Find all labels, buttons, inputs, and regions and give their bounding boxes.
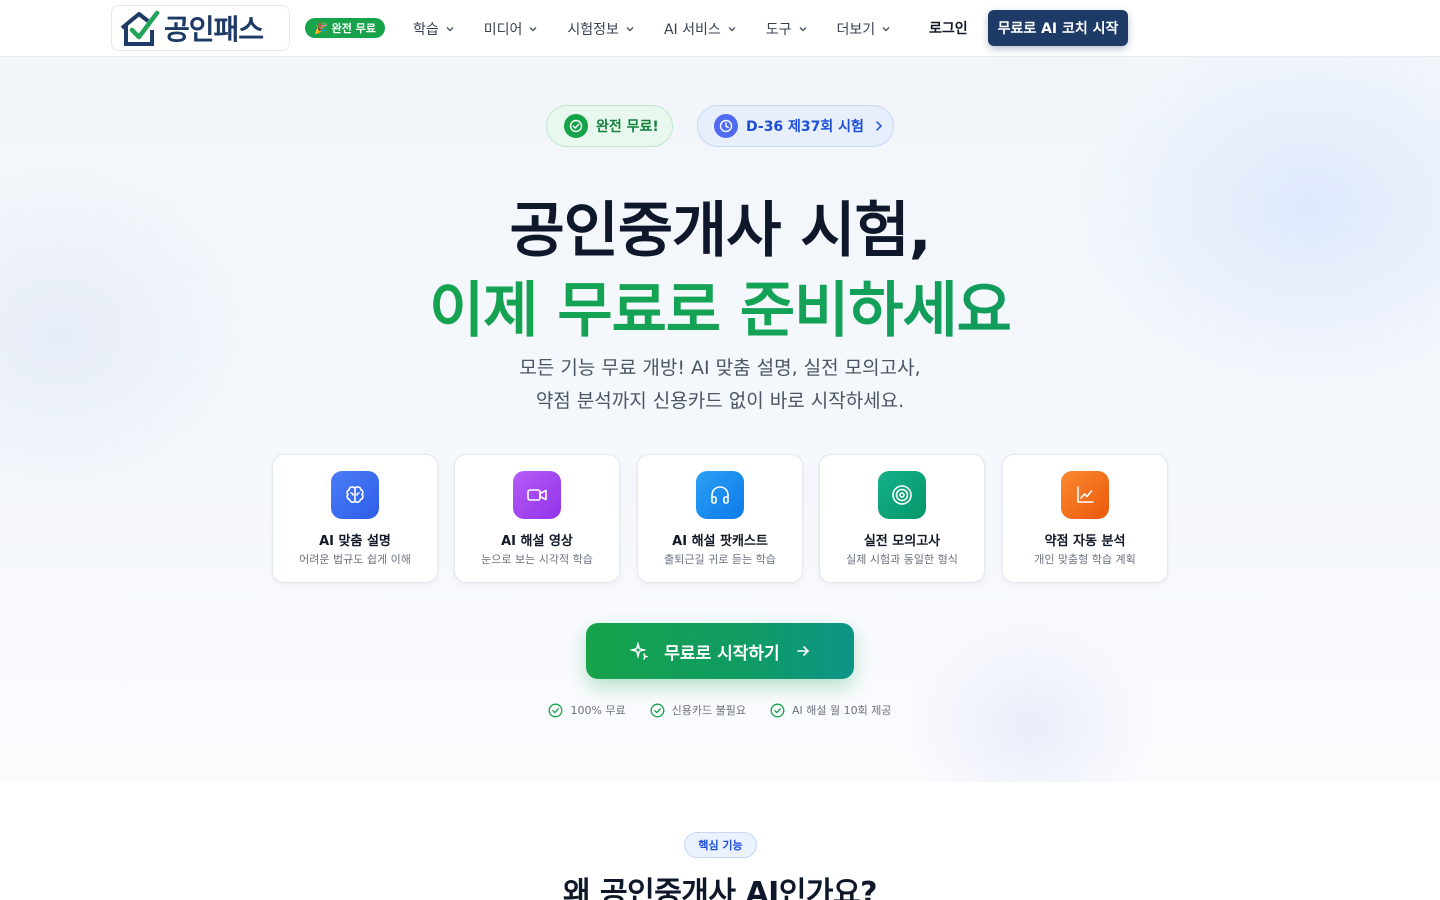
feature-description: 개인 맞춤형 학습 계획	[1034, 553, 1136, 566]
benefit-text: 100% 무료	[570, 704, 626, 717]
nav-item-more[interactable]: 더보기	[837, 17, 892, 41]
feature-title: 실전 모의고사	[863, 534, 941, 549]
feature-title: AI 해설 영상	[501, 534, 573, 549]
exam-dday-text: D-36 제37회 시험	[746, 119, 864, 135]
chevron-right-icon	[876, 121, 882, 131]
hero-subtitle-line2: 약점 분석까지 신용카드 없이 바로 시작하세요.	[535, 390, 905, 412]
brain-icon	[331, 471, 379, 519]
feature-title: AI 맞춤 설명	[319, 534, 391, 549]
benefit-item: 신용카드 불필요	[650, 702, 746, 718]
clock-icon	[714, 114, 738, 138]
chevron-down-icon	[446, 27, 454, 32]
chevron-down-icon	[529, 27, 537, 32]
free-badge: 🎉 완전 무료	[305, 18, 385, 38]
nav-item-tools[interactable]: 도구	[766, 17, 808, 41]
chevron-down-icon	[728, 27, 736, 32]
feature-title: 약점 자동 분석	[1044, 534, 1126, 549]
main-nav: 학습 미디어 시험정보 AI 서비스 도구 더보기	[413, 17, 920, 41]
check-circle-icon	[770, 703, 785, 717]
nav-label: 학습	[413, 22, 439, 38]
logo-text: 공인패스	[164, 13, 264, 46]
chevron-down-icon	[882, 27, 890, 32]
nav-label: 시험정보	[567, 22, 619, 38]
free-status-badge: 완전 무료!	[546, 105, 673, 147]
headphones-icon	[696, 471, 744, 519]
section-title: 왜 공인중개사 AI인가요?	[562, 876, 878, 900]
chevron-down-icon	[799, 27, 806, 32]
feature-card-weakness-analysis[interactable]: 약점 자동 분석 개인 맞춤형 학습 계획	[1002, 454, 1168, 583]
feature-card-ai-podcast[interactable]: AI 해설 팟캐스트 출퇴근길 귀로 듣는 학습	[637, 454, 803, 583]
exam-dday-badge[interactable]: D-36 제37회 시험	[697, 105, 894, 147]
nav-label: 더보기	[836, 22, 876, 38]
hero-title-line1: 공인중개사 시험,	[509, 196, 931, 266]
nav-item-media[interactable]: 미디어	[484, 17, 539, 41]
hero-subtitle-line1: 모든 기능 무료 개방! AI 맞춤 설명, 실전 모의고사,	[519, 357, 921, 379]
start-free-label: 무료로 시작하기	[664, 643, 780, 664]
arrow-right-icon	[796, 646, 809, 656]
nav-item-exam-info[interactable]: 시험정보	[567, 17, 635, 41]
chevron-down-icon	[626, 27, 634, 32]
feature-title: AI 해설 팟캐스트	[672, 534, 768, 549]
benefit-text: AI 해설 월 10회 제공	[792, 704, 892, 717]
house-check-icon	[120, 10, 160, 46]
section-badge: 핵심 기능	[684, 832, 757, 858]
check-circle-icon	[549, 703, 563, 717]
nav-label: 미디어	[483, 22, 523, 38]
feature-card-mock-exam[interactable]: 실전 모의고사 실제 시험과 동일한 형식	[819, 454, 985, 583]
feature-description: 출퇴근길 귀로 듣는 학습	[664, 553, 776, 566]
check-circle-icon	[650, 703, 665, 717]
free-status-text: 완전 무료!	[596, 119, 659, 135]
nav-item-study[interactable]: 학습	[413, 17, 455, 41]
nav-item-ai-service[interactable]: AI 서비스	[664, 17, 737, 41]
login-link[interactable]: 로그인	[929, 18, 968, 38]
hero-title-line2: 이제 무료로 준비하세요	[0, 262, 1440, 349]
feature-card-ai-explanation[interactable]: AI 맞춤 설명 어려운 법규도 쉽게 이해	[272, 454, 438, 583]
benefit-text: 신용카드 불필요	[671, 704, 747, 717]
start-free-button[interactable]: 무료로 시작하기	[586, 623, 854, 679]
chart-icon	[1061, 471, 1109, 519]
benefit-item: 100% 무료	[548, 702, 626, 718]
benefit-item: AI 해설 월 10회 제공	[770, 702, 892, 718]
feature-description: 실제 시험과 동일한 형식	[846, 553, 958, 566]
sparkles-icon	[630, 642, 649, 660]
feature-description: 어려운 법규도 쉽게 이해	[299, 553, 411, 566]
check-circle-icon	[564, 114, 588, 138]
site-logo[interactable]: 공인패스	[111, 5, 290, 51]
feature-description: 눈으로 보는 시각적 학습	[481, 553, 593, 566]
target-icon	[878, 471, 926, 519]
nav-label: AI 서비스	[663, 22, 721, 38]
feature-card-ai-video[interactable]: AI 해설 영상 눈으로 보는 시각적 학습	[454, 454, 620, 583]
start-ai-coach-button[interactable]: 무료로 AI 코치 시작	[988, 10, 1128, 46]
top-navigation-bar: 공인패스 🎉 완전 무료 학습 미디어 시험정보 AI 서비스 도구 더보기 로…	[0, 0, 1440, 57]
video-icon	[513, 471, 561, 519]
benefit-checklist: 100% 무료 신용카드 불필요 AI 해설 월 10회 제공	[0, 702, 1440, 718]
nav-label: 도구	[765, 22, 792, 38]
